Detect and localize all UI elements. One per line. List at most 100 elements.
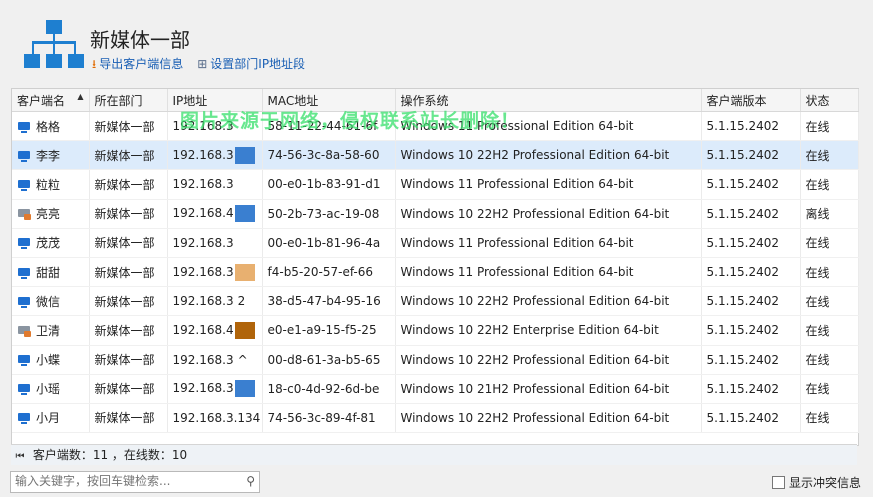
search-box: ⚲	[10, 471, 260, 493]
cell-version: 5.1.15.2402	[701, 169, 801, 200]
cell-ip: 192.168.3.134	[167, 403, 263, 434]
page-title: 新媒体一部	[90, 28, 190, 52]
cell-status: 在线	[800, 111, 859, 142]
cell-client-name: 甜甜	[12, 257, 90, 288]
first-page-icon[interactable]: ⏮	[11, 447, 29, 467]
computer-online-icon	[17, 355, 31, 367]
network-icon: ⊞	[197, 57, 208, 71]
table-row[interactable]: 微信 新媒体一部 192.168.3 2 38-d5-47-b4-95-16 Window…	[12, 286, 859, 317]
cell-ip: 192.168.4	[167, 199, 263, 229]
table-row[interactable]: 小月 新媒体一部 192.168.3.134 74-56-3c-89-4f-81 Win…	[12, 403, 859, 434]
table-row[interactable]: 亮亮 新媒体一部 192.168.4 50-2b-73-ac-19-08 Windows…	[12, 199, 859, 229]
computer-online-icon	[17, 384, 31, 396]
cell-department: 新媒体一部	[89, 374, 168, 404]
column-header-mac[interactable]: MAC地址	[262, 89, 396, 112]
cell-mac: 50-2b-73-ac-19-08	[262, 199, 396, 229]
client-table: 客户端名 ▲ 所在部门 IP地址 MAC地址 操作系统 客户端版本 状态 格格 新媒…	[11, 88, 859, 446]
cell-status: 在线	[800, 374, 859, 404]
cell-client-name: 格格	[12, 111, 90, 142]
cell-os: Windows 10 22H2 Professional Edition 64-…	[395, 403, 702, 434]
cell-department: 新媒体一部	[89, 169, 168, 200]
cell-version: 5.1.15.2402	[701, 345, 801, 375]
table-row[interactable]: 茂茂 新媒体一部 192.168.3 00-e0-1b-81-96-4a Windows…	[12, 228, 859, 258]
cell-client-name: 粒粒	[12, 169, 90, 200]
cell-version: 5.1.15.2402	[701, 140, 801, 171]
cell-client-name: 卫清	[12, 315, 90, 346]
cell-status: 在线	[800, 169, 859, 200]
cell-os: Windows 11 Professional Edition 64-bit	[395, 111, 702, 142]
cell-mac: 38-d5-47-b4-95-16	[262, 286, 396, 317]
column-header-ip[interactable]: IP地址	[167, 89, 263, 112]
cell-client-name: 李李	[12, 140, 90, 171]
column-header-os[interactable]: 操作系统	[395, 89, 702, 112]
download-icon: ⭳	[92, 57, 97, 71]
cell-ip: 192.168.3	[167, 257, 263, 288]
cell-ip: 192.168.3	[167, 374, 263, 404]
cell-ip: 192.168.3	[167, 169, 263, 200]
table-row[interactable]: 卫清 新媒体一部 192.168.4 e0-e1-a9-15-f5-25 Windows…	[12, 315, 859, 346]
cell-mac: 74-56-3c-8a-58-60	[262, 140, 396, 171]
cell-department: 新媒体一部	[89, 228, 168, 258]
cell-os: Windows 11 Professional Edition 64-bit	[395, 169, 702, 200]
export-label: 导出客户端信息	[99, 57, 184, 71]
table-row[interactable]: 粒粒 新媒体一部 192.168.3 00-e0-1b-83-91-d1 Windows…	[12, 169, 859, 200]
cell-os: Windows 10 22H2 Professional Edition 64-…	[395, 286, 702, 317]
cell-status: 离线	[800, 199, 859, 229]
computer-online-icon	[17, 413, 31, 425]
cell-department: 新媒体一部	[89, 111, 168, 142]
cell-status: 在线	[800, 403, 859, 434]
table-row[interactable]: 甜甜 新媒体一部 192.168.3 f4-b5-20-57-ef-66 Windows…	[12, 257, 859, 288]
table-row[interactable]: 格格 新媒体一部 192.168.3 58-11-22-44-61-6f Windows…	[12, 111, 859, 142]
computer-online-icon	[17, 179, 31, 191]
cell-department: 新媒体一部	[89, 286, 168, 317]
show-conflict-toggle[interactable]: 显示冲突信息	[772, 474, 861, 491]
computer-online-icon	[17, 238, 31, 250]
column-header-version[interactable]: 客户端版本	[701, 89, 801, 112]
set-ip-segment-button[interactable]: ⊞ 设置部门IP地址段	[197, 55, 305, 76]
cell-mac: 00-d8-61-3a-b5-65	[262, 345, 396, 375]
cell-os: Windows 11 Professional Edition 64-bit	[395, 228, 702, 258]
sort-ascending-icon: ▲	[77, 91, 84, 101]
cell-version: 5.1.15.2402	[701, 315, 801, 346]
cell-ip: 192.168.3 2	[167, 286, 263, 317]
export-client-info-button[interactable]: ⭳ 导出客户端信息	[92, 55, 183, 76]
cell-mac: 18-c0-4d-92-6d-be	[262, 374, 396, 404]
table-row[interactable]: 小蝶 新媒体一部 192.168.3 ^ 00-d8-61-3a-b5-65 Window…	[12, 345, 859, 375]
computer-online-icon	[17, 150, 31, 162]
cell-os: Windows 10 22H2 Enterprise Edition 64-bi…	[395, 315, 702, 346]
cell-ip: 192.168.3	[167, 111, 263, 142]
cell-mac: 00-e0-1b-81-96-4a	[262, 228, 396, 258]
cell-status: 在线	[800, 257, 859, 288]
column-header-client-name[interactable]: 客户端名 ▲	[12, 89, 90, 112]
cell-department: 新媒体一部	[89, 345, 168, 375]
cell-ip: 192.168.3 ^	[167, 345, 263, 375]
cell-os: Windows 10 22H2 Professional Edition 64-…	[395, 140, 702, 171]
column-header-department[interactable]: 所在部门	[89, 89, 168, 112]
cell-mac: 58-11-22-44-61-6f	[262, 111, 396, 142]
search-icon[interactable]: ⚲	[246, 474, 255, 488]
column-header-status[interactable]: 状态	[800, 89, 859, 112]
table-row[interactable]: 小瑶 新媒体一部 192.168.3 18-c0-4d-92-6d-be Windows…	[12, 374, 859, 404]
redaction-block	[234, 380, 255, 398]
client-count-summary: 客户端数：11 ，在线数：10	[32, 448, 188, 462]
conflict-checkbox[interactable]	[772, 476, 785, 489]
cell-version: 5.1.15.2402	[701, 257, 801, 288]
cell-mac: 74-56-3c-89-4f-81	[262, 403, 396, 434]
cell-os: Windows 10 22H2 Professional Edition 64-…	[395, 345, 702, 375]
cell-client-name: 茂茂	[12, 228, 90, 258]
cell-version: 5.1.15.2402	[701, 199, 801, 229]
cell-status: 在线	[800, 228, 859, 258]
redaction-block	[234, 321, 255, 339]
cell-version: 5.1.15.2402	[701, 111, 801, 142]
cell-mac: f4-b5-20-57-ef-66	[262, 257, 396, 288]
cell-client-name: 小月	[12, 403, 90, 434]
cell-client-name: 小蝶	[12, 345, 90, 375]
table-row[interactable]: 李李 新媒体一部 192.168.3 74-56-3c-8a-58-60 Windows…	[12, 140, 859, 171]
computer-online-icon	[17, 267, 31, 279]
cell-mac: 00-e0-1b-83-91-d1	[262, 169, 396, 200]
cell-status: 在线	[800, 286, 859, 317]
cell-status: 在线	[800, 140, 859, 171]
search-input[interactable]	[11, 472, 239, 490]
cell-os: Windows 11 Professional Edition 64-bit	[395, 257, 702, 288]
cell-mac: e0-e1-a9-15-f5-25	[262, 315, 396, 346]
